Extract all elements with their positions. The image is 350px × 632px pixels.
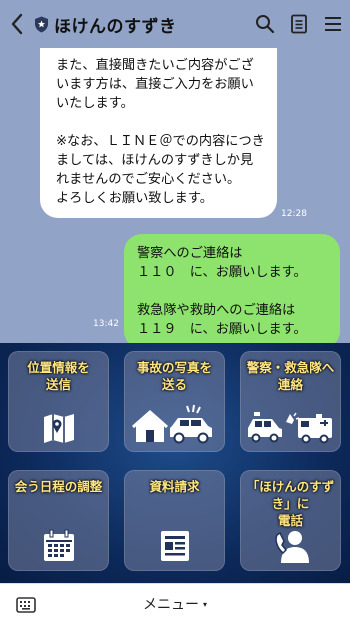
rich-menu-call-hoken-no-suzuki[interactable]: 「ほけんのすずき」に 電話 — [240, 470, 341, 571]
notes-button[interactable] — [282, 0, 316, 48]
outgoing-message-bubble[interactable]: 警察へのご連絡は １１０ に、お願いします。 救急隊や救助へのご連絡は １１９ … — [124, 234, 340, 343]
bottom-bar: メニュー ▾ — [0, 583, 350, 632]
chevron-left-icon — [11, 13, 23, 35]
menu-toggle-label: メニュー — [142, 597, 199, 613]
menu-button[interactable] — [316, 0, 350, 48]
accident-house-car-icon — [131, 404, 212, 444]
tile-label: 資料請求 — [149, 479, 200, 494]
incoming-message-text: また、直接聞きたいご内容がございます方は、直接ご入力をお願いいたします。 ※なお… — [56, 58, 265, 206]
chat-area[interactable]: また、直接聞きたいご内容がございます方は、直接ご入力をお願いいたします。 ※なお… — [0, 48, 350, 343]
notes-icon — [291, 14, 307, 34]
phone-person-icon — [274, 531, 309, 563]
tile-label: 警察・救急隊へ 連絡 — [246, 360, 335, 392]
chat-header: ほけんのすずき — [0, 0, 350, 48]
tile-label: 位置情報を 送信 — [27, 360, 90, 392]
rich-menu-schedule-meeting[interactable]: 会う日程の調整 — [8, 470, 109, 571]
caret-down-icon: ▾ — [202, 599, 207, 609]
official-account-badge-icon — [34, 15, 50, 33]
police-ambulance-icon — [247, 412, 332, 444]
back-button[interactable] — [0, 0, 34, 48]
incoming-message-time: 12:28 — [281, 209, 307, 219]
document-icon — [160, 531, 189, 561]
menu-toggle-button[interactable]: メニュー ▾ — [0, 584, 350, 624]
map-location-icon — [43, 414, 74, 443]
chat-title: ほけんのすずき — [54, 16, 177, 37]
rich-menu: 位置情報を 送信 事故の写真を 送る 警察・救急隊へ 連絡 会う日程の調整 資料… — [0, 343, 350, 583]
rich-menu-contact-police-ambulance[interactable]: 警察・救急隊へ 連絡 — [240, 351, 341, 452]
rich-menu-send-accident-photo[interactable]: 事故の写真を 送る — [124, 351, 225, 452]
tile-label: 「ほけんのすずき」に 電話 — [246, 479, 335, 528]
incoming-message-bubble[interactable]: また、直接聞きたいご内容がございます方は、直接ご入力をお願いいたします。 ※なお… — [40, 48, 277, 218]
search-button[interactable] — [248, 0, 282, 48]
hamburger-icon — [325, 17, 341, 31]
rich-menu-request-documents[interactable]: 資料請求 — [124, 470, 225, 571]
calendar-icon — [43, 529, 74, 561]
rich-menu-send-location[interactable]: 位置情報を 送信 — [8, 351, 109, 452]
tile-label: 会う日程の調整 — [14, 479, 103, 494]
search-icon — [256, 15, 275, 34]
outgoing-message-time: 13:42 — [93, 319, 119, 329]
tile-label: 事故の写真を 送る — [136, 360, 212, 392]
outgoing-message-text: 警察へのご連絡は １１０ に、お願いします。 救急隊や救助へのご連絡は １１９ … — [137, 246, 307, 337]
